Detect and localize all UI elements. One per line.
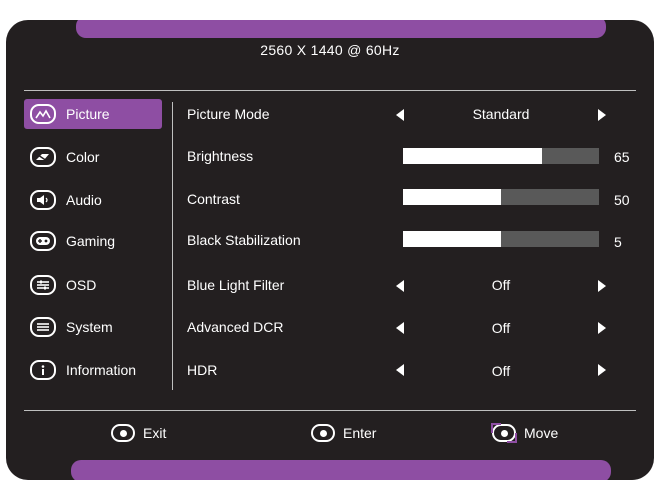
exit-hint[interactable]: Exit [111, 424, 166, 442]
menu-divider [172, 102, 173, 390]
contrast-label: Contrast [187, 191, 240, 207]
picture-mode-value[interactable]: Standard [441, 106, 561, 122]
black-stabilization-value: 5 [614, 234, 622, 250]
black-stabilization-label: Black Stabilization [187, 232, 301, 248]
hdr-left-arrow-icon[interactable] [396, 364, 404, 376]
brightness-value: 65 [614, 149, 630, 165]
blue-light-filter-right-arrow-icon[interactable] [598, 280, 606, 292]
information-icon [30, 360, 56, 380]
blue-light-filter-left-arrow-icon[interactable] [396, 280, 404, 292]
menu-label: System [66, 319, 113, 335]
hdr-right-arrow-icon[interactable] [598, 364, 606, 376]
enter-label: Enter [343, 425, 377, 441]
move-hint[interactable]: Move [491, 423, 559, 443]
osd-window: 2560 X 1440 @ 60Hz Picture Color Audio G… [6, 20, 654, 480]
exit-key-icon [111, 424, 135, 442]
menu-item-color[interactable]: Color [24, 142, 162, 172]
menu-label: Audio [66, 192, 102, 208]
hdr-value[interactable]: Off [441, 363, 561, 379]
enter-hint[interactable]: Enter [311, 424, 376, 442]
hdr-label: HDR [187, 362, 218, 378]
brightness-slider-fill [403, 148, 543, 164]
gaming-icon [30, 231, 56, 251]
exit-label: Exit [143, 425, 167, 441]
header-divider [24, 90, 636, 91]
contrast-value: 50 [614, 192, 630, 208]
picture-mode-label: Picture Mode [187, 106, 270, 122]
brightness-label: Brightness [187, 148, 254, 164]
menu-item-information[interactable]: Information [24, 355, 162, 385]
top-accent-bar [76, 20, 606, 38]
menu-label: Picture [66, 106, 110, 122]
menu-label: Color [66, 149, 100, 165]
menu-label: Gaming [66, 233, 116, 249]
menu-item-picture[interactable]: Picture [24, 99, 162, 129]
advanced-dcr-right-arrow-icon[interactable] [598, 322, 606, 334]
menu-item-gaming[interactable]: Gaming [24, 226, 162, 256]
picture-mode-right-arrow-icon[interactable] [598, 109, 606, 121]
picture-icon [30, 104, 56, 124]
color-icon [30, 147, 56, 167]
menu-item-audio[interactable]: Audio [24, 185, 162, 215]
blue-light-filter-value[interactable]: Off [441, 277, 561, 293]
blue-light-filter-label: Blue Light Filter [187, 277, 285, 293]
advanced-dcr-label: Advanced DCR [187, 319, 284, 335]
audio-icon [30, 190, 56, 210]
enter-key-icon [311, 424, 335, 442]
move-key-icon [491, 423, 517, 443]
advanced-dcr-value[interactable]: Off [441, 320, 561, 336]
contrast-slider[interactable] [403, 189, 599, 205]
system-icon [30, 317, 56, 337]
resolution-readout: 2560 X 1440 @ 60Hz [260, 42, 400, 58]
contrast-slider-fill [403, 189, 501, 205]
picture-mode-left-arrow-icon[interactable] [396, 109, 404, 121]
advanced-dcr-left-arrow-icon[interactable] [396, 322, 404, 334]
menu-label: OSD [66, 277, 97, 293]
brightness-slider[interactable] [403, 148, 599, 164]
black-stabilization-slider[interactable] [403, 231, 599, 247]
black-stabilization-slider-fill [403, 231, 501, 247]
menu-label: Information [66, 362, 137, 378]
bottom-accent-bar [71, 460, 611, 480]
footer-divider [24, 410, 636, 411]
move-label: Move [524, 425, 559, 441]
osd-icon [30, 275, 56, 295]
menu-item-osd[interactable]: OSD [24, 270, 162, 300]
menu-item-system[interactable]: System [24, 312, 162, 342]
